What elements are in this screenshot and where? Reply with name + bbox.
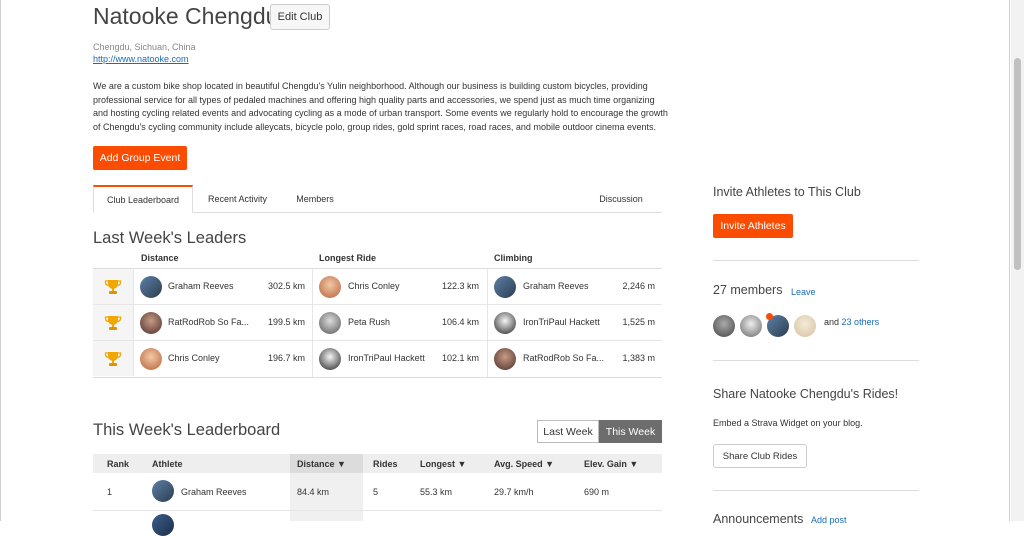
avatar[interactable] <box>494 276 516 298</box>
distance-cell: 84.4 km <box>297 487 330 497</box>
badge-dot <box>766 313 773 320</box>
trophy-cell <box>93 341 134 376</box>
club-location: Chengdu, Sichuan, China <box>93 42 196 52</box>
header-climbing: Climbing <box>494 253 533 263</box>
leader-value: 302.5 km <box>267 281 305 291</box>
leader-value: 2,246 m <box>622 281 655 291</box>
club-title: Natooke Chengdu <box>93 3 279 29</box>
leader-row: Chris Conley 196.7 km IronTriPaul Hacket… <box>93 341 662 376</box>
others-link[interactable]: 23 others <box>842 317 880 327</box>
tab-discussion[interactable]: Discussion <box>590 186 652 212</box>
col-rides[interactable]: Rides <box>373 454 398 473</box>
leader-name[interactable]: Graham Reeves <box>168 281 234 291</box>
leader-name[interactable]: RatRodRob So Fa... <box>168 317 249 327</box>
col-athlete[interactable]: Athlete <box>152 454 183 473</box>
leader-value: 1,525 m <box>622 317 655 327</box>
rides-cell: 5 <box>373 487 379 497</box>
avatar[interactable] <box>152 480 174 502</box>
avatar[interactable] <box>319 312 341 334</box>
member-avatar[interactable] <box>740 315 762 337</box>
header-distance: Distance <box>141 253 179 263</box>
trophy-cell <box>93 305 134 340</box>
members-count: 27 members <box>713 283 783 297</box>
avatar[interactable] <box>319 348 341 370</box>
invite-athletes-button[interactable]: Invite Athletes <box>713 214 793 238</box>
announcements-title: Announcements <box>713 512 804 526</box>
scrollbar-thumb[interactable] <box>1014 58 1021 270</box>
member-avatar[interactable] <box>794 315 816 337</box>
club-website-link[interactable]: http://www.natooke.com <box>93 54 189 64</box>
leaderboard-header: Rank Athlete Distance ▼ Rides Longest ▼ … <box>93 454 662 473</box>
tab-recent-activity[interactable]: Recent Activity <box>200 186 275 212</box>
leader-value: 102.1 km <box>441 353 479 363</box>
longest-cell: 55.3 km <box>420 487 453 497</box>
last-week-leaders-title: Last Week's Leaders <box>93 229 247 247</box>
trophy-icon <box>104 352 122 366</box>
avatar[interactable] <box>494 348 516 370</box>
sidebar-divider <box>713 360 919 361</box>
share-title: Share Natooke Chengdu's Rides! <box>713 387 899 401</box>
col-avg-speed[interactable]: Avg. Speed ▼ <box>494 454 554 473</box>
member-avatar[interactable] <box>713 315 735 337</box>
avatar[interactable] <box>494 312 516 334</box>
leaders-table: Graham Reeves 302.5 km Chris Conley 122.… <box>93 268 662 378</box>
trophy-icon <box>104 316 122 330</box>
trophy-icon <box>104 280 122 294</box>
leader-name[interactable]: Chris Conley <box>168 353 220 363</box>
leader-name[interactable]: Peta Rush <box>348 317 390 327</box>
avatar[interactable] <box>140 312 162 334</box>
sidebar-divider <box>713 260 919 261</box>
leader-value: 122.3 km <box>441 281 479 291</box>
tab-club-leaderboard[interactable]: Club Leaderboard <box>93 185 193 213</box>
avatar[interactable] <box>152 514 174 536</box>
trophy-cell <box>93 269 134 304</box>
table-row: 1 Graham Reeves 84.4 km 5 55.3 km 29.7 k… <box>93 474 662 511</box>
leader-value: 1,383 m <box>622 353 655 363</box>
leave-link[interactable]: Leave <box>791 287 816 297</box>
last-week-toggle[interactable]: Last Week <box>537 420 599 443</box>
club-description: We are a custom bike shop located in bea… <box>93 81 668 132</box>
this-week-toggle[interactable]: This Week <box>599 420 662 443</box>
leader-name[interactable]: Graham Reeves <box>523 281 589 291</box>
leader-name[interactable]: IronTriPaul Hackett <box>523 317 600 327</box>
col-elev-gain[interactable]: Elev. Gain ▼ <box>584 454 638 473</box>
this-week-leaderboard-title: This Week's Leaderboard <box>93 421 281 439</box>
leader-row: Graham Reeves 302.5 km Chris Conley 122.… <box>93 269 662 305</box>
leader-name[interactable]: IronTriPaul Hackett <box>348 353 425 363</box>
avatar[interactable] <box>140 276 162 298</box>
leader-name[interactable]: Chris Conley <box>348 281 400 291</box>
avatar[interactable] <box>319 276 341 298</box>
leader-name[interactable]: RatRodRob So Fa... <box>523 353 604 363</box>
rank-cell: 1 <box>107 487 113 497</box>
leader-row: RatRodRob So Fa... 199.5 km Peta Rush 10… <box>93 305 662 341</box>
add-post-link[interactable]: Add post <box>811 515 847 525</box>
invite-title: Invite Athletes to This Club <box>713 185 861 199</box>
leader-value: 106.4 km <box>441 317 479 327</box>
leader-value: 199.5 km <box>267 317 305 327</box>
col-distance[interactable]: Distance ▼ <box>290 454 363 473</box>
add-group-event-button[interactable]: Add Group Event <box>93 146 187 170</box>
edit-club-button[interactable]: Edit Club <box>270 4 330 30</box>
avatar[interactable] <box>140 348 162 370</box>
sidebar-divider <box>713 490 919 491</box>
tab-members[interactable]: Members <box>285 186 345 212</box>
share-club-rides-button[interactable]: Share Club Rides <box>713 444 807 468</box>
athlete-name[interactable]: Graham Reeves <box>181 487 247 497</box>
speed-cell: 29.7 km/h <box>494 487 534 497</box>
col-longest[interactable]: Longest ▼ <box>420 454 466 473</box>
leader-value: 196.7 km <box>267 353 305 363</box>
and-label: and <box>824 317 840 327</box>
share-description: Embed a Strava Widget on your blog. <box>713 418 863 428</box>
header-longest-ride: Longest Ride <box>319 253 377 263</box>
col-rank[interactable]: Rank <box>107 454 129 473</box>
others-text: and 23 others <box>824 317 879 327</box>
elev-cell: 690 m <box>584 487 610 497</box>
